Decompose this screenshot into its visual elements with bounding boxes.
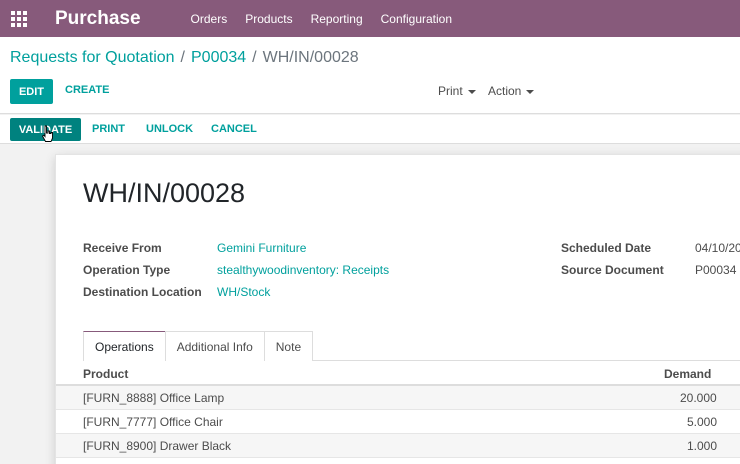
column-product[interactable]: Product xyxy=(83,367,128,381)
menu-reporting[interactable]: Reporting xyxy=(311,12,363,26)
create-button[interactable]: CREATE xyxy=(65,84,109,96)
action-dropdown[interactable]: Action xyxy=(488,84,535,98)
product-cell: [FURN_8888] Office Lamp xyxy=(83,391,225,405)
unlock-button[interactable]: UNLOCK xyxy=(146,123,193,135)
table-row[interactable]: [FURN_7777] Office Chair 5.000 xyxy=(56,410,740,434)
destination-location-value[interactable]: WH/Stock xyxy=(217,285,270,299)
print-dropdown[interactable]: Print xyxy=(438,84,476,98)
breadcrumb-current: WH/IN/00028 xyxy=(262,49,359,66)
scheduled-date-label: Scheduled Date xyxy=(561,241,652,255)
product-cell: [FURN_8900] Drawer Black xyxy=(83,439,232,453)
menu-products[interactable]: Products xyxy=(245,12,292,26)
caret-down-icon xyxy=(467,89,476,94)
action-dropdown-label: Action xyxy=(488,84,522,98)
source-document-value: P00034 xyxy=(695,263,737,277)
demand-cell: 1.000 xyxy=(687,439,718,453)
breadcrumb-separator: / xyxy=(252,49,257,66)
column-demand[interactable]: Demand xyxy=(664,367,711,381)
print-dropdown-label: Print xyxy=(438,84,463,98)
app-name[interactable]: Purchase xyxy=(55,8,141,30)
demand-cell: 5.000 xyxy=(687,415,718,429)
operation-type-label: Operation Type xyxy=(83,263,171,277)
tab-note[interactable]: Note xyxy=(263,331,314,361)
document-title: WH/IN/00028 xyxy=(83,178,246,208)
tab-operations[interactable]: Operations xyxy=(83,331,166,361)
table-row[interactable]: [FURN_8900] Drawer Black 1.000 xyxy=(56,434,740,458)
status-bar: VALIDATE PRINT UNLOCK CANCEL xyxy=(0,115,740,144)
print-button[interactable]: PRINT xyxy=(92,123,125,135)
scheduled-date-value: 04/10/20 xyxy=(695,241,740,255)
demand-cell: 20.000 xyxy=(680,391,717,405)
table-header: Product Demand xyxy=(56,361,740,386)
table-row[interactable]: [FURN_8888] Office Lamp 20.000 xyxy=(56,386,740,410)
cancel-button[interactable]: CANCEL xyxy=(211,123,257,135)
destination-location-label: Destination Location xyxy=(83,285,202,299)
apps-grid-icon[interactable] xyxy=(0,0,36,37)
menu-orders[interactable]: Orders xyxy=(191,12,228,26)
main-menu: Orders Products Reporting Configuration xyxy=(191,12,470,26)
hand-cursor-icon xyxy=(41,125,53,142)
breadcrumb-rfq[interactable]: Requests for Quotation xyxy=(10,49,175,66)
operation-type-value[interactable]: stealthywoodinventory: Receipts xyxy=(217,263,389,277)
product-cell: [FURN_7777] Office Chair xyxy=(83,415,223,429)
receive-from-label: Receive From xyxy=(83,241,162,255)
source-document-label: Source Document xyxy=(561,263,664,277)
breadcrumb-po[interactable]: P00034 xyxy=(191,49,246,66)
breadcrumb: Requests for Quotation / P00034 / WH/IN/0002… xyxy=(10,49,359,67)
control-panel: Requests for Quotation / P00034 / WH/IN/0002… xyxy=(0,37,740,114)
menu-configuration[interactable]: Configuration xyxy=(381,12,452,26)
notebook-tabs: Operations Additional Info Note xyxy=(83,331,314,361)
receive-from-value[interactable]: Gemini Furniture xyxy=(217,241,306,255)
caret-down-icon xyxy=(526,89,535,94)
tab-additional-info[interactable]: Additional Info xyxy=(164,331,265,361)
form-sheet: WH/IN/00028 Receive From Gemini Furnitur… xyxy=(55,154,740,464)
top-navbar: Purchase Orders Products Reporting Confi… xyxy=(0,0,740,37)
edit-button[interactable]: EDIT xyxy=(10,79,53,104)
breadcrumb-separator: / xyxy=(180,49,185,66)
